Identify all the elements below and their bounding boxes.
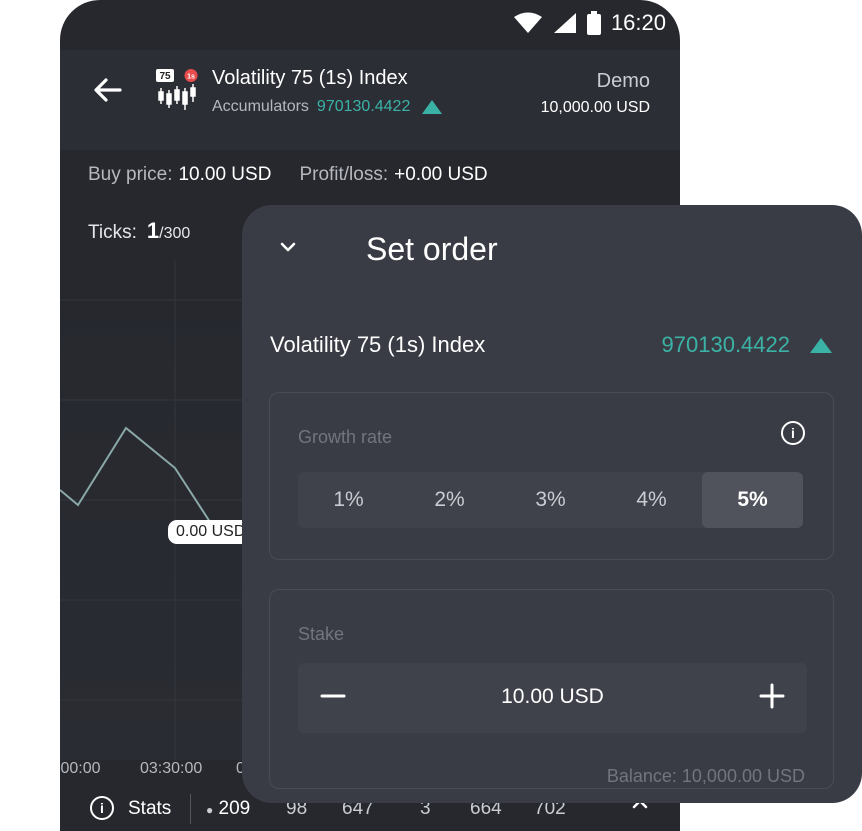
trade-type: Accumulators	[212, 98, 309, 115]
current-price: 970130.4422	[316, 98, 411, 115]
ticks-total: /300	[159, 225, 191, 242]
stats-label: Stats	[128, 798, 172, 819]
account-info[interactable]: Demo 10,000.00 USD	[541, 70, 650, 117]
symbol-subtitle: Accumulators 970130.4422	[212, 98, 443, 116]
signal-icon	[553, 13, 576, 33]
wifi-icon	[513, 12, 542, 33]
time-label: :00:00	[60, 760, 101, 777]
growth-rate-card: Growth rate i 1% 2% 3% 4% 5%	[269, 392, 834, 560]
chevron-down-icon[interactable]	[278, 237, 298, 257]
buy-price-value: 10.00 USD	[178, 164, 272, 185]
back-arrow-icon[interactable]	[92, 74, 124, 111]
sheet-price: 970130.4422	[662, 332, 832, 358]
account-balance: 10,000.00 USD	[540, 99, 650, 116]
trade-header: 75 1s Volatility 75 (1s) Index Accumulat…	[60, 50, 680, 150]
account-type: Demo	[596, 70, 650, 92]
growth-rate-label: Growth rate	[298, 427, 393, 447]
sheet-title: Set order	[366, 231, 498, 267]
growth-rate-selector: 1% 2% 3% 4% 5%	[298, 472, 803, 528]
rate-option-1[interactable]: 1%	[298, 472, 399, 528]
rate-option-3[interactable]: 3%	[500, 472, 601, 528]
profit-loss-label: Profit/loss:	[299, 164, 389, 185]
symbol-icon: 75 1s	[156, 69, 198, 110]
symbol-badge-75: 75	[159, 71, 171, 82]
symbol-badge-1s: 1s	[187, 74, 195, 81]
ticks-counter: Ticks: 1/300	[88, 218, 190, 244]
rate-option-4[interactable]: 4%	[601, 472, 702, 528]
rate-option-5[interactable]: 5%	[702, 472, 803, 528]
set-order-sheet: Set order Volatility 75 (1s) Index 97013…	[242, 205, 862, 803]
price-up-icon	[810, 337, 832, 353]
sheet-symbol: Volatility 75 (1s) Index	[270, 332, 486, 357]
stat-value-text: 209	[218, 798, 251, 819]
info-icon[interactable]: i	[781, 421, 805, 445]
stake-value[interactable]: 10.00 USD	[298, 685, 807, 709]
profit-loss: Profit/loss: +0.00 USD	[299, 164, 487, 186]
rate-option-2[interactable]: 2%	[399, 472, 500, 528]
stake-stepper: 10.00 USD	[298, 663, 807, 733]
plus-icon[interactable]	[757, 681, 787, 711]
price-up-icon	[422, 100, 443, 114]
chart-price-label: 0.00 USD	[168, 520, 254, 544]
balance-text: Balance: 10,000.00 USD	[606, 766, 805, 786]
ticks-current: 1	[146, 218, 160, 243]
sheet-price-value: 970130.4422	[661, 332, 790, 357]
status-time: 16:20	[610, 10, 666, 35]
time-label: 03:30:00	[140, 760, 203, 777]
ticks-label: Ticks:	[88, 222, 137, 243]
battery-icon	[586, 11, 601, 35]
stat-value: ● 209	[206, 798, 251, 819]
stats-divider	[190, 794, 191, 824]
info-icon[interactable]: i	[90, 796, 114, 820]
stake-label: Stake	[298, 624, 345, 644]
symbol-title: Volatility 75 (1s) Index	[212, 67, 408, 89]
contract-info: Buy price: 10.00 USD Profit/loss: +0.00 US…	[88, 164, 488, 186]
buy-price-label: Buy price:	[88, 164, 173, 185]
status-bar: 16:20	[513, 8, 666, 38]
profit-loss-value: +0.00 USD	[394, 164, 488, 185]
buy-price: Buy price: 10.00 USD	[88, 164, 271, 186]
stake-card: Stake 10.00 USD Balance: 10,000.00 USD	[269, 589, 834, 789]
